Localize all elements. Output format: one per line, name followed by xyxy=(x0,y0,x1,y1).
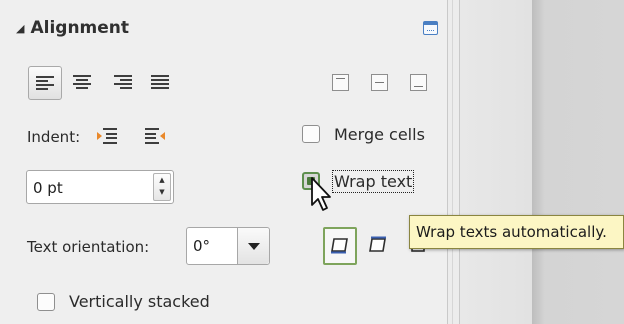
spin-down-icon[interactable]: ▼ xyxy=(154,186,170,198)
align-right-button[interactable] xyxy=(110,66,136,100)
wrap-text-label[interactable]: Wrap text xyxy=(331,170,415,193)
spin-up-icon[interactable]: ▲ xyxy=(154,174,170,186)
mouse-pointer-icon xyxy=(311,177,331,211)
increase-indent-button[interactable] xyxy=(93,124,121,148)
orientation-value[interactable]: 0° xyxy=(193,237,210,255)
panel-divider xyxy=(447,0,448,324)
tooltip: Wrap texts automatically. xyxy=(409,215,624,249)
align-center-icon xyxy=(73,75,91,89)
orientation-top-icon xyxy=(369,236,386,252)
align-middle-icon[interactable] xyxy=(371,74,388,91)
align-top-icon[interactable] xyxy=(332,74,349,91)
align-left-icon xyxy=(36,76,54,90)
align-center-button[interactable] xyxy=(69,66,95,100)
section-header[interactable]: ◢ Alignment xyxy=(16,18,129,38)
indent-spinbox[interactable]: 0 pt ▲ ▼ xyxy=(26,170,174,204)
spin-arrows[interactable]: ▲ ▼ xyxy=(153,173,171,201)
chevron-down-icon[interactable] xyxy=(237,228,269,264)
tooltip-text: Wrap texts automatically. xyxy=(416,223,607,241)
orientation-bottom-button[interactable] xyxy=(323,227,357,265)
orientation-combobox[interactable]: 0° xyxy=(186,227,270,265)
section-title: Alignment xyxy=(30,18,130,38)
align-justify-button[interactable] xyxy=(147,66,173,100)
orientation-bottom-icon xyxy=(331,238,348,254)
vertically-stacked-label[interactable]: Vertically stacked xyxy=(69,292,210,311)
document-area xyxy=(532,0,624,324)
align-justify-icon xyxy=(151,75,169,89)
merge-cells-label[interactable]: Merge cells xyxy=(334,125,425,144)
more-options-button[interactable] xyxy=(423,21,438,35)
collapse-icon[interactable]: ◢ xyxy=(16,22,24,35)
panel-divider-inner xyxy=(452,0,453,324)
orientation-top-button[interactable] xyxy=(363,227,397,265)
merge-cells-checkbox[interactable] xyxy=(302,125,320,143)
sidebar-gutter xyxy=(460,0,532,324)
text-orientation-label: Text orientation: xyxy=(27,238,150,256)
increase-indent-icon xyxy=(97,128,117,144)
indent-value[interactable]: 0 pt xyxy=(33,179,63,197)
vertically-stacked-checkbox[interactable] xyxy=(37,293,55,311)
decrease-indent-button[interactable] xyxy=(141,124,169,148)
alignment-panel xyxy=(0,0,448,324)
decrease-indent-icon xyxy=(145,128,165,144)
align-right-icon xyxy=(114,75,132,89)
align-bottom-icon[interactable] xyxy=(410,74,427,91)
align-left-button[interactable] xyxy=(28,66,62,100)
indent-label: Indent: xyxy=(27,128,81,146)
